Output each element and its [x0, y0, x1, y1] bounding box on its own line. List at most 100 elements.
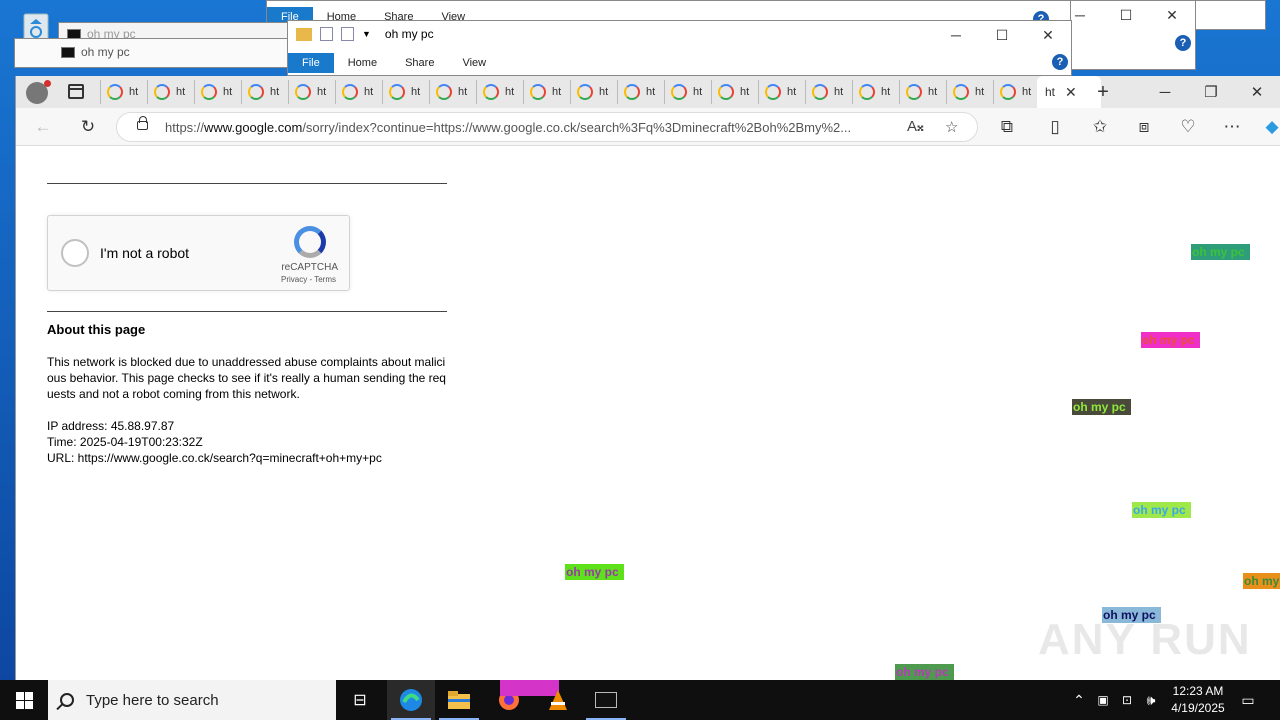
browser-tab[interactable]: ht: [852, 80, 899, 104]
browser-tab[interactable]: ht: [664, 80, 711, 104]
tab-label: ht: [270, 86, 280, 98]
ribbon-tab-share[interactable]: Share: [391, 53, 448, 73]
google-favicon-icon: [812, 84, 828, 100]
cmd-icon: [61, 46, 75, 58]
taskbar-search[interactable]: Type here to search: [48, 680, 336, 720]
browser-tab[interactable]: ht: [617, 80, 664, 104]
browser-tab[interactable]: ht: [476, 80, 523, 104]
maximize-icon[interactable]: ☐: [1103, 1, 1149, 29]
ip-address: IP address: 45.88.97.87: [47, 419, 175, 433]
system-clock[interactable]: 12:23 AM 4/19/2025: [1160, 683, 1236, 717]
cmd-window-front[interactable]: oh my pc: [14, 38, 290, 68]
extensions-icon[interactable]: ⧉: [996, 116, 1018, 138]
taskbar-file-explorer-icon[interactable]: [435, 680, 483, 720]
recaptcha-privacy-terms-link[interactable]: Privacy - Terms: [48, 275, 336, 284]
maximize-icon[interactable]: ☐: [979, 21, 1025, 49]
browser-tab[interactable]: ht: [523, 80, 570, 104]
start-button[interactable]: [0, 680, 48, 720]
about-text: This network is blocked due to unaddress…: [47, 355, 446, 401]
ribbon-tab-home[interactable]: Home: [334, 53, 391, 73]
browser-toolbar: ← ↻ https://www.google.com/sorry/index?c…: [16, 108, 1280, 146]
tab-label: ht: [646, 86, 656, 98]
new-folder-icon[interactable]: [341, 27, 354, 41]
ribbon-tab-file[interactable]: File: [288, 53, 334, 73]
window-title: oh my pc: [384, 27, 434, 41]
window-right-back[interactable]: ─ ☐ ✕ ?: [1070, 0, 1196, 70]
lock-icon[interactable]: [137, 116, 148, 130]
collections-icon[interactable]: ⧈: [1133, 116, 1155, 138]
taskbar-cmd-icon[interactable]: [582, 680, 630, 720]
minimize-icon[interactable]: ─: [1142, 76, 1188, 108]
popup-label: oh my pc: [1141, 332, 1200, 348]
browser-window: ht ht ht ht ht ht ht ht ht ht ht ht ht ht ht ht ht ht ht ht…: [15, 76, 1280, 680]
close-tab-icon[interactable]: ✕: [1065, 84, 1077, 101]
minimize-icon[interactable]: ─: [933, 21, 979, 49]
tab-label: ht: [740, 86, 750, 98]
browser-tab[interactable]: ht: [100, 80, 147, 104]
tab-label: ht: [458, 86, 468, 98]
browser-tab[interactable]: ht: [993, 80, 1040, 104]
browser-tab[interactable]: ht: [899, 80, 946, 104]
close-icon[interactable]: ✕: [1234, 76, 1280, 108]
browser-tab[interactable]: ht: [335, 80, 382, 104]
google-favicon-icon: [436, 84, 452, 100]
split-screen-icon[interactable]: ▯: [1044, 116, 1066, 138]
cmd-title: oh my pc: [81, 45, 130, 59]
task-view-icon[interactable]: ⊟: [336, 680, 384, 720]
notifications-icon[interactable]: ▭: [1236, 680, 1260, 720]
new-tab-button[interactable]: +: [1091, 80, 1115, 104]
popup-label: oh my pc: [565, 564, 624, 580]
restore-icon[interactable]: ❐: [1188, 76, 1234, 108]
taskbar-edge-icon[interactable]: [387, 680, 435, 720]
browser-tab[interactable]: ht: [570, 80, 617, 104]
browser-tab[interactable]: ht: [711, 80, 758, 104]
read-aloud-icon[interactable]: A𝄪: [907, 118, 924, 135]
close-icon[interactable]: ✕: [1149, 1, 1195, 29]
copilot-icon[interactable]: ◆: [1261, 116, 1280, 138]
divider-bottom: [47, 311, 447, 312]
browser-tab[interactable]: ht: [288, 80, 335, 104]
profile-avatar-icon[interactable]: [26, 80, 51, 104]
google-favicon-icon: [671, 84, 687, 100]
show-hidden-icons-chevron-icon[interactable]: ⌃: [1068, 680, 1090, 720]
search-icon: [60, 693, 74, 707]
close-icon[interactable]: ✕: [1025, 21, 1071, 49]
refresh-icon[interactable]: ↻: [77, 116, 99, 138]
help-icon[interactable]: ?: [1175, 35, 1191, 51]
quick-access-toolbar: ▼ oh my pc: [296, 27, 434, 41]
explorer-window-front[interactable]: ▼ oh my pc ─ ☐ ✕ File Home Share View ?: [287, 20, 1072, 76]
browser-tab[interactable]: ht: [758, 80, 805, 104]
recaptcha-brand: reCAPTCHA: [281, 262, 338, 273]
address-url[interactable]: https://www.google.com/sorry/index?conti…: [165, 120, 895, 135]
device-icon[interactable]: ▣: [1092, 680, 1114, 720]
address-bar[interactable]: https://www.google.com/sorry/index?conti…: [116, 112, 978, 142]
back-icon[interactable]: ←: [32, 116, 54, 138]
taskbar-vlc-icon[interactable]: [534, 680, 582, 720]
tab-actions-icon[interactable]: [68, 84, 84, 99]
google-favicon-icon: [154, 84, 170, 100]
browser-essentials-icon[interactable]: ♡: [1177, 116, 1199, 138]
browser-tab[interactable]: ht: [147, 80, 194, 104]
more-menu-icon[interactable]: ⋯: [1221, 116, 1243, 138]
google-favicon-icon: [295, 84, 311, 100]
chevron-down-icon[interactable]: ▼: [362, 29, 371, 39]
clock-time: 12:23 AM: [1172, 684, 1224, 698]
properties-icon[interactable]: [320, 27, 333, 41]
favorites-icon[interactable]: ✩: [1089, 116, 1111, 138]
taskbar: Type here to search ⊟ ⌃ ▣ ⊡ 🕪 12:23 AM 4…: [0, 680, 1280, 720]
browser-tab[interactable]: ht: [429, 80, 476, 104]
tab-label: ht: [223, 86, 233, 98]
folder-icon[interactable]: [296, 27, 312, 41]
google-favicon-icon: [483, 84, 499, 100]
volume-icon[interactable]: 🕪: [1140, 680, 1162, 720]
favorite-star-icon[interactable]: ☆: [945, 118, 958, 136]
browser-tab[interactable]: ht: [805, 80, 852, 104]
browser-tab[interactable]: ht: [194, 80, 241, 104]
browser-tab[interactable]: ht: [946, 80, 993, 104]
ribbon-tab-view[interactable]: View: [448, 53, 500, 73]
help-icon[interactable]: ?: [1052, 54, 1068, 70]
network-icon[interactable]: ⊡: [1116, 680, 1138, 720]
popup-label: oh my pc: [895, 664, 954, 680]
browser-tab[interactable]: ht: [382, 80, 429, 104]
browser-tab[interactable]: ht: [241, 80, 288, 104]
